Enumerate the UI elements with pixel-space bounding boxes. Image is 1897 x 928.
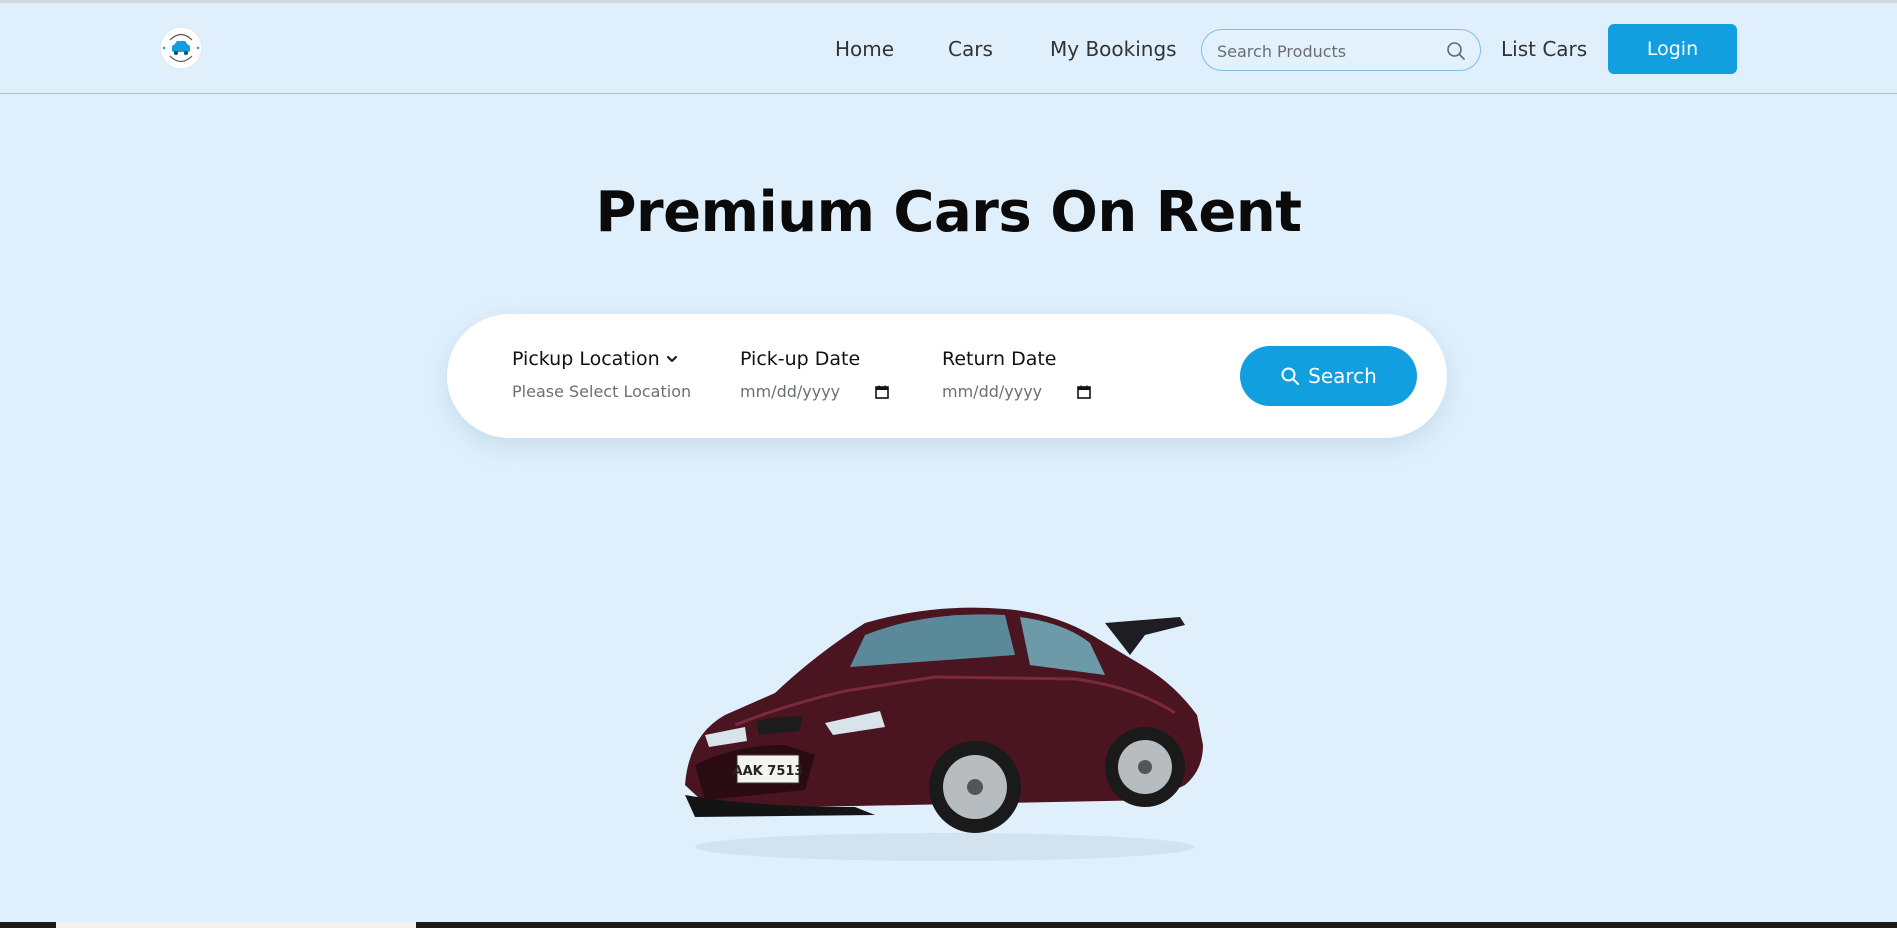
- login-button[interactable]: Login: [1608, 24, 1737, 74]
- pickup-location-label-row: Pickup Location: [512, 348, 691, 370]
- return-date-field: Return Date mm/dd/yyyy: [942, 348, 1092, 401]
- booking-search-bar: Pickup Location Please Select Location P…: [447, 314, 1447, 438]
- nav-cars-link[interactable]: Cars: [948, 37, 993, 61]
- return-date-label: Return Date: [942, 348, 1057, 370]
- search-button-label: Search: [1308, 364, 1377, 388]
- product-search-box: [1201, 29, 1481, 71]
- pickup-date-value: mm/dd/yyyy: [740, 382, 841, 401]
- pickup-date-input[interactable]: mm/dd/yyyy: [740, 382, 890, 401]
- nav-list-cars-link[interactable]: List Cars: [1501, 37, 1587, 61]
- pickup-date-field: Pick-up Date mm/dd/yyyy: [740, 348, 890, 401]
- calendar-icon[interactable]: [874, 384, 890, 400]
- main-nav: Home Cars My Bookings List Cars Login: [0, 3, 1897, 94]
- search-button[interactable]: Search: [1240, 346, 1417, 406]
- hero-title: Premium Cars On Rent: [595, 180, 1302, 245]
- search-icon: [1281, 367, 1300, 385]
- site-header: Home Cars My Bookings List Cars Login: [0, 3, 1897, 94]
- nav-home-link[interactable]: Home: [835, 37, 894, 61]
- pickup-location-select[interactable]: Please Select Location: [512, 382, 691, 401]
- nav-my-bookings-link[interactable]: My Bookings: [1050, 37, 1177, 61]
- calendar-icon[interactable]: [1076, 384, 1092, 400]
- hero-car-image: AAK 7513: [685, 607, 1203, 861]
- taskbar-segment: [56, 922, 416, 928]
- license-plate: AAK 7513: [733, 764, 804, 779]
- chevron-down-icon[interactable]: [666, 353, 678, 365]
- taskbar-strip: [0, 922, 1897, 928]
- return-date-input[interactable]: mm/dd/yyyy: [942, 382, 1092, 401]
- search-icon[interactable]: [1445, 40, 1467, 62]
- pickup-location-field[interactable]: Pickup Location Please Select Location: [512, 348, 691, 401]
- return-date-value: mm/dd/yyyy: [942, 382, 1043, 401]
- product-search-input[interactable]: [1217, 39, 1437, 63]
- pickup-location-label: Pickup Location: [512, 348, 660, 370]
- pickup-date-label: Pick-up Date: [740, 348, 861, 370]
